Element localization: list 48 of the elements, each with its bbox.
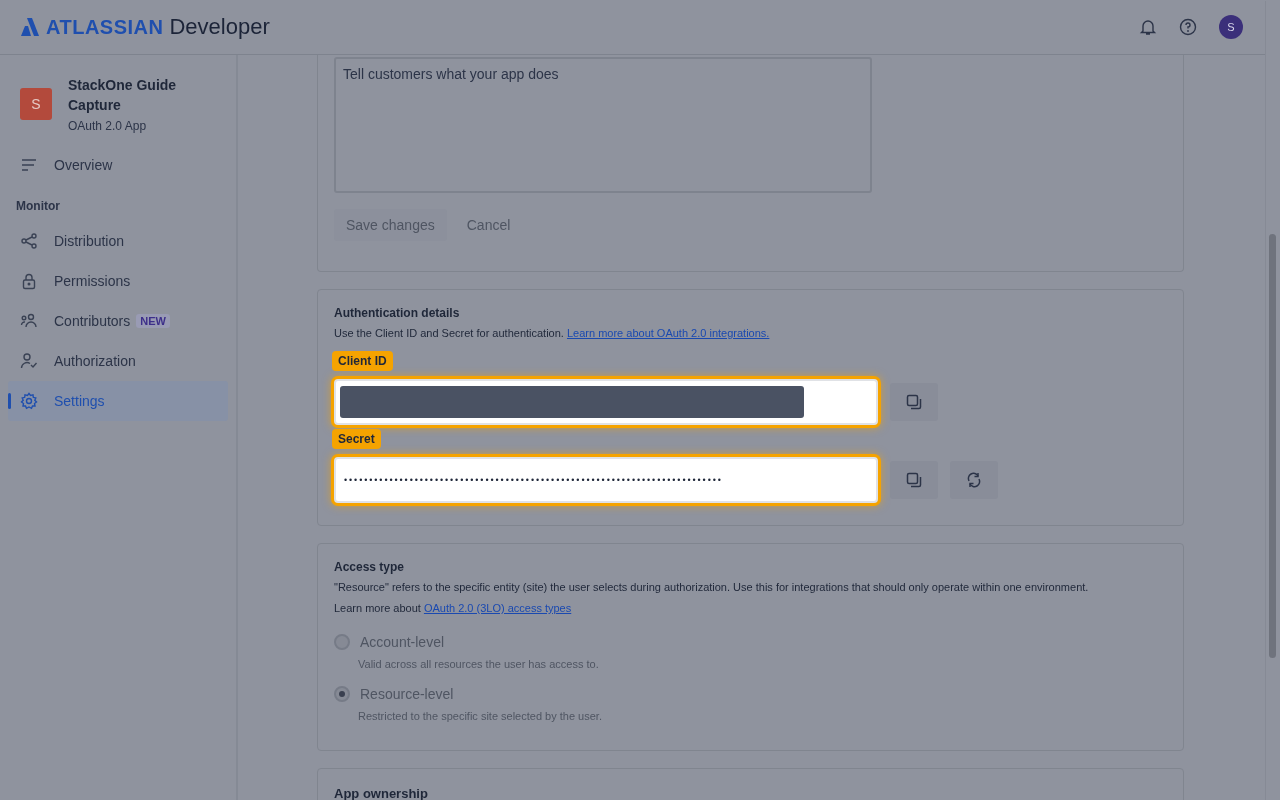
sidebar-item[interactable]: Settings [8, 381, 228, 421]
section-heading: Monitor [15, 198, 61, 215]
brand-name: ATLASSIAN [46, 15, 164, 39]
sidebar-item[interactable]: Authorization [8, 341, 228, 381]
scrollbar[interactable] [1265, 1, 1280, 800]
product-name: Developer [169, 14, 270, 40]
option-hint: Restricted to the specific site selected by the user. [358, 710, 603, 722]
notification-bell-icon[interactable] [1139, 18, 1157, 36]
card-title: Access type [334, 560, 406, 574]
secret-field[interactable]: ••••••••••••••••••••••••••••••••••••••••••••••••••••••••••••••••••••••••••• [334, 457, 878, 503]
sidebar-item[interactable]: Distribution [8, 221, 228, 261]
app-type: OAuth 2.0 App [68, 119, 148, 133]
copy-icon [906, 472, 922, 488]
person-check-icon [20, 352, 38, 370]
learn-more-text: Learn more about OAuth 2.0 (3LO) access types [334, 601, 573, 616]
radio-label: Account-level [360, 634, 445, 650]
access-types-link[interactable]: OAuth 2.0 (3LO) access types [423, 602, 572, 614]
app-name: StackOne Guide Capture [68, 76, 178, 115]
people-icon [20, 312, 38, 330]
field-label-tag: Secret [332, 429, 381, 449]
field-label-tag: Client ID [332, 351, 393, 371]
share-icon [20, 232, 38, 250]
copy-icon [906, 394, 922, 410]
user-avatar[interactable]: S [1219, 15, 1243, 39]
lock-icon [20, 272, 38, 290]
card-title: App ownership [334, 786, 429, 800]
description-field[interactable]: Tell customers what your app does [334, 57, 872, 193]
logo-icon [20, 17, 40, 37]
option-hint: Valid across all resources the user has access to. [358, 658, 600, 670]
copy-button[interactable] [890, 383, 938, 421]
help-icon[interactable] [1179, 18, 1197, 36]
card-description: "Resource" refers to the specific entity (site) the user selects during authorization. Use this for integrations that should only operate within one environment. [334, 580, 1090, 595]
card-description: Use the Client ID and Secret for authentication. Learn more about OAuth 2.0 integrations. [334, 326, 771, 341]
lines-icon [20, 156, 38, 174]
client-id-field[interactable] [334, 379, 878, 425]
masked-value: ••••••••••••••••••••••••••••••••••••••••••••••••••••••••••••••••••••••••••• [343, 475, 723, 485]
learn-more-link[interactable]: Learn more about OAuth 2.0 integrations. [566, 327, 770, 339]
regenerate-button[interactable] [950, 461, 998, 499]
card-title: Authentication details [334, 306, 461, 320]
copy-button[interactable] [890, 461, 938, 499]
sidebar-item[interactable]: Permissions [8, 261, 228, 301]
refresh-icon [966, 472, 982, 488]
app-avatar: S [20, 88, 52, 120]
radio-label: Resource-level [360, 686, 454, 702]
sidebar-item[interactable]: Contributors NEW [8, 301, 228, 341]
sidebar-item[interactable]: Overview [8, 145, 228, 185]
new-badge: NEW [136, 314, 170, 328]
settings-icon [20, 392, 38, 410]
